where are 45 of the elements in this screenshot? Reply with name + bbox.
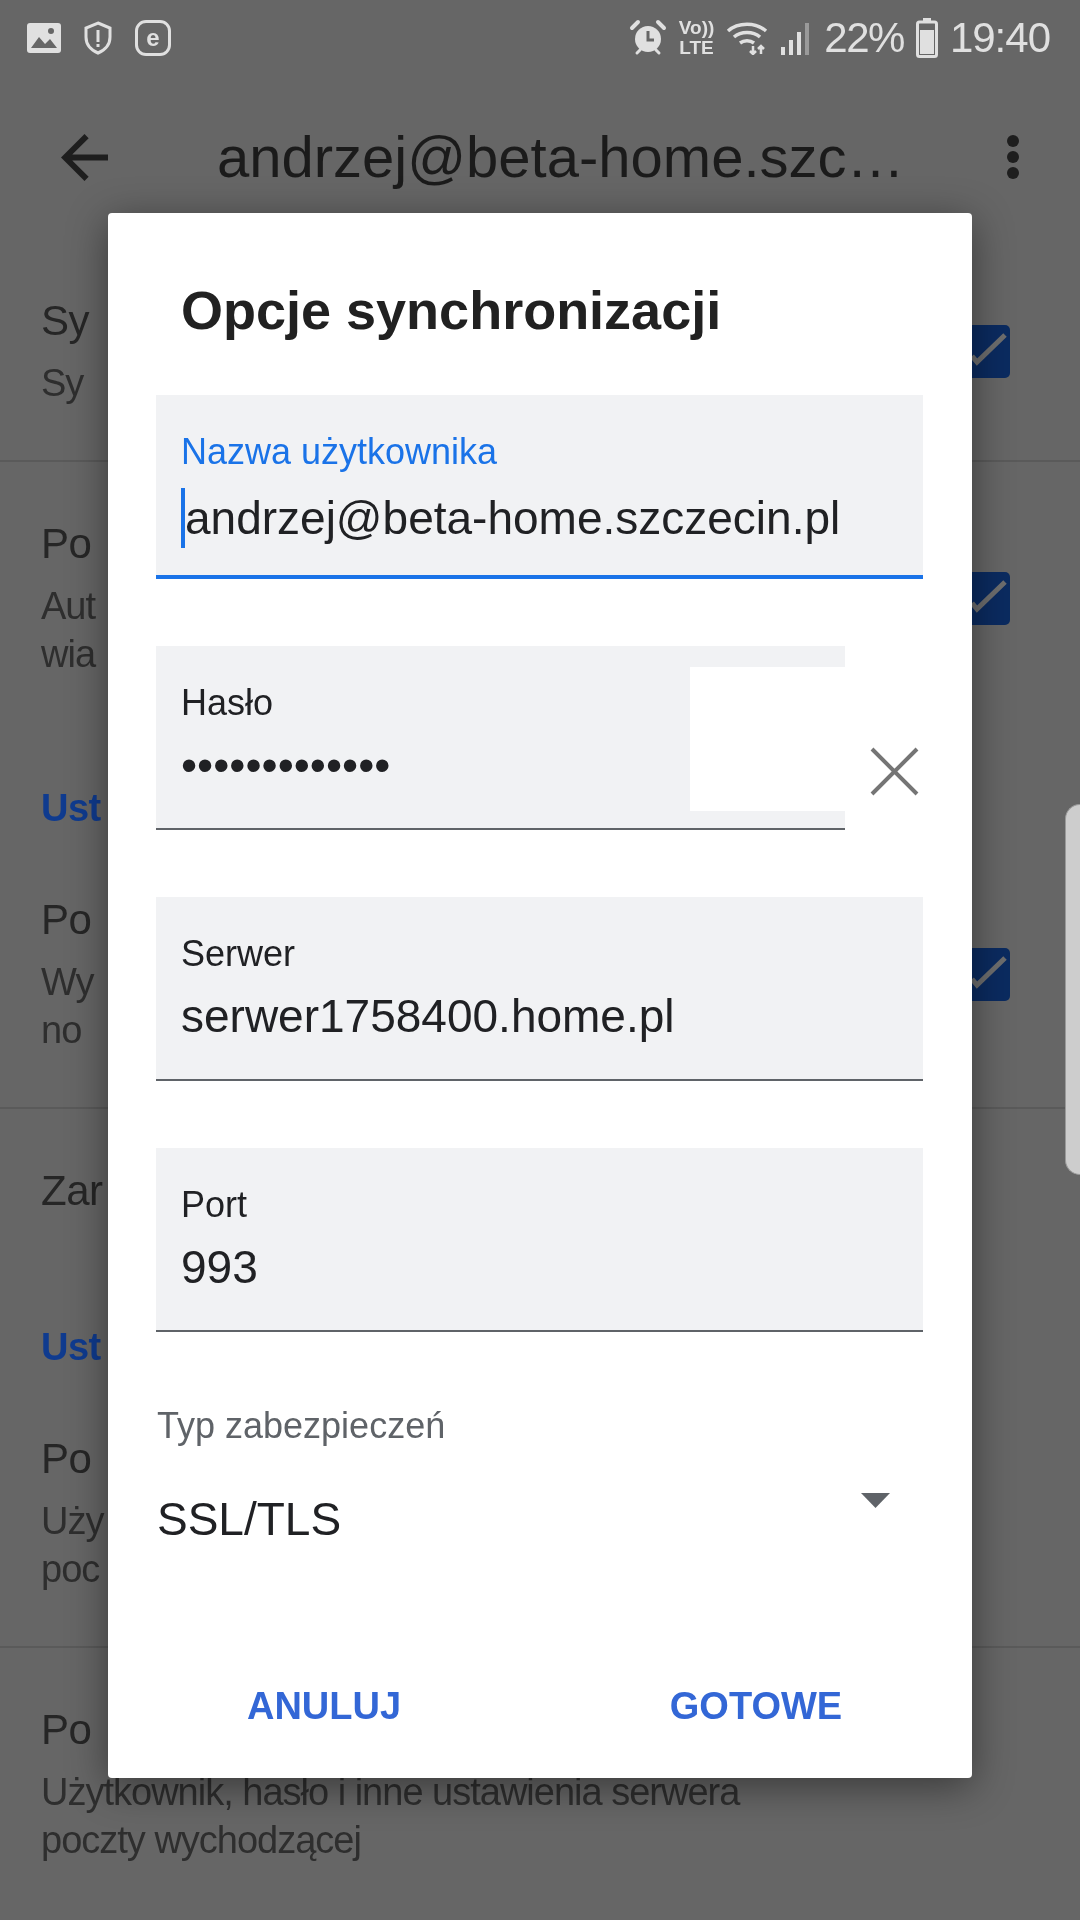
- battery-percentage: 22%: [824, 13, 904, 62]
- network-type-label: Vo)): [678, 17, 715, 38]
- close-icon[interactable]: [869, 746, 920, 797]
- setting-title: Po: [41, 1705, 92, 1755]
- notification-logo: e: [135, 19, 171, 56]
- setting-description: Sy: [41, 361, 84, 406]
- wifi-icon: [726, 20, 769, 55]
- cancel-button[interactable]: ANULUJ: [226, 1669, 422, 1743]
- setting-description: Wy: [41, 960, 94, 1005]
- setting-description: poc: [41, 1547, 100, 1592]
- password-field[interactable]: Hasło •••••••••••••: [156, 646, 845, 830]
- section-header: Ust: [41, 786, 101, 831]
- checkbox[interactable]: [972, 324, 1010, 378]
- section-header: Ust: [41, 1325, 101, 1370]
- network-type-label: LTE: [679, 37, 714, 58]
- dropdown-caret-icon: [861, 1493, 890, 1508]
- text-cursor-icon: [181, 488, 185, 548]
- field-label: Typ zabezpieczeń: [157, 1406, 446, 1446]
- done-button[interactable]: GOTOWE: [649, 1669, 863, 1743]
- text-field[interactable]: Serwer serwer1758400.home.pl: [156, 897, 923, 1081]
- app-bar-title: andrzej@beta-home.szc…: [217, 123, 905, 191]
- setting-description: no: [41, 1008, 82, 1053]
- more-options-icon[interactable]: [1007, 135, 1019, 179]
- setting-title: Po: [41, 1434, 92, 1484]
- image-icon: [27, 22, 61, 53]
- security-type-dropdown[interactable]: SSL/TLS: [157, 1493, 923, 1545]
- setting-description: Aut: [41, 584, 96, 629]
- edge-panel-handle[interactable]: [1065, 804, 1080, 1175]
- text-field[interactable]: Port 993: [156, 1148, 923, 1332]
- setting-title: Zar: [41, 1166, 103, 1216]
- dialog-title: Opcje synchronizacji: [181, 279, 722, 342]
- setting-description: wia: [41, 632, 96, 677]
- checkbox[interactable]: [972, 947, 1010, 1001]
- alarm-clock-icon: [628, 18, 667, 57]
- setting-title: Sy: [41, 296, 89, 346]
- setting-title: Po: [41, 519, 92, 569]
- battery-icon: [915, 17, 938, 58]
- setting-title: Po: [41, 895, 92, 945]
- setting-description: Uży: [41, 1499, 104, 1544]
- text-field[interactable]: Nazwa użytkownika andrzej@beta-home.szczecin.pl: [156, 395, 923, 579]
- shield-alert-icon: [84, 20, 112, 55]
- checkbox[interactable]: [972, 571, 1010, 625]
- clock-time: 19:40: [949, 13, 1050, 62]
- setting-description: poczty wychodzącej: [41, 1818, 361, 1863]
- back-arrow-icon[interactable]: [61, 133, 108, 181]
